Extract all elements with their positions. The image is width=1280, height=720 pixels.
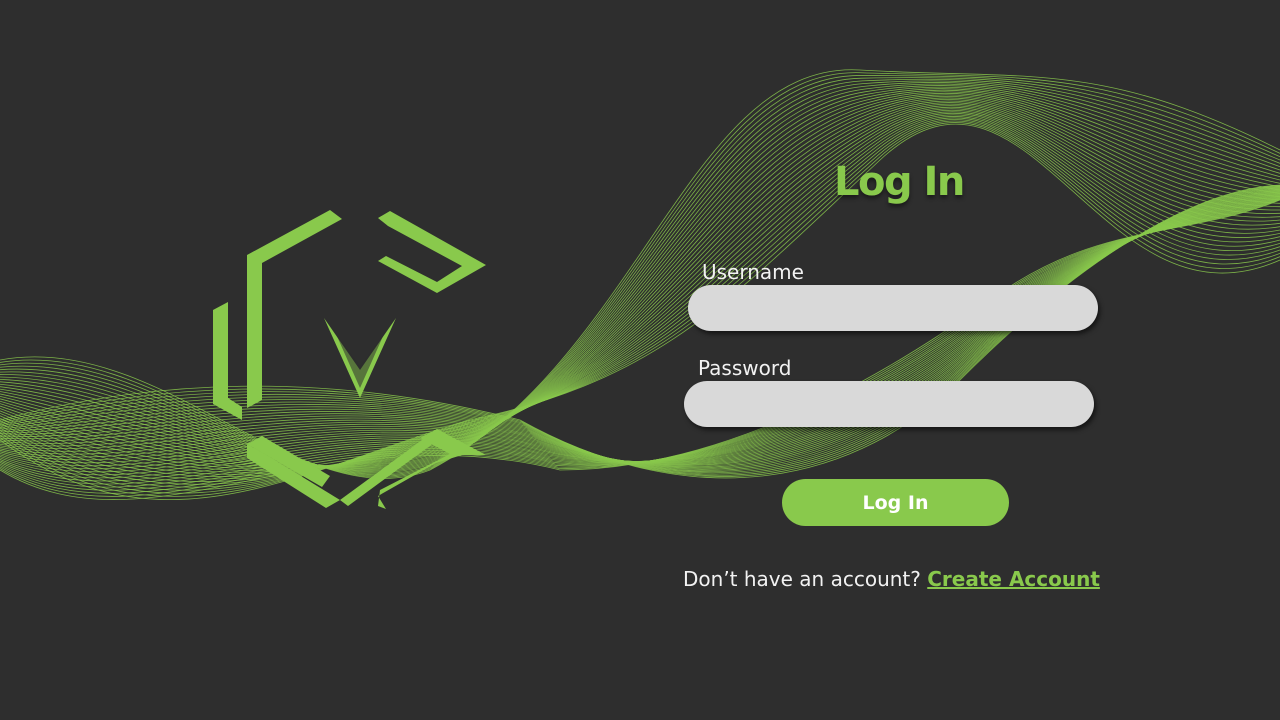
signup-prompt: Don’t have an account? Create Account bbox=[683, 566, 1100, 592]
login-button[interactable]: Log In bbox=[782, 479, 1009, 526]
wave-line bbox=[0, 189, 1280, 467]
brand-logo-icon bbox=[213, 210, 486, 509]
wave-line bbox=[0, 187, 1280, 471]
wave-line bbox=[0, 188, 1280, 469]
username-field[interactable] bbox=[688, 285, 1098, 331]
wave-line bbox=[0, 184, 1280, 479]
signup-prompt-text: Don’t have an account? bbox=[683, 567, 921, 591]
username-label: Username bbox=[702, 260, 804, 284]
login-page: Log In Username Password Log In Don’t ha… bbox=[0, 0, 1280, 720]
wave-line bbox=[0, 199, 1280, 497]
page-title: Log In bbox=[834, 159, 965, 205]
wave-line bbox=[0, 199, 1280, 500]
create-account-link[interactable]: Create Account bbox=[927, 567, 1100, 591]
wave-line bbox=[0, 195, 1280, 470]
wave-lines-background bbox=[0, 69, 1280, 500]
password-label: Password bbox=[698, 356, 792, 380]
wave-line bbox=[0, 190, 1280, 466]
wave-line bbox=[0, 195, 1280, 473]
password-field[interactable] bbox=[684, 381, 1094, 427]
